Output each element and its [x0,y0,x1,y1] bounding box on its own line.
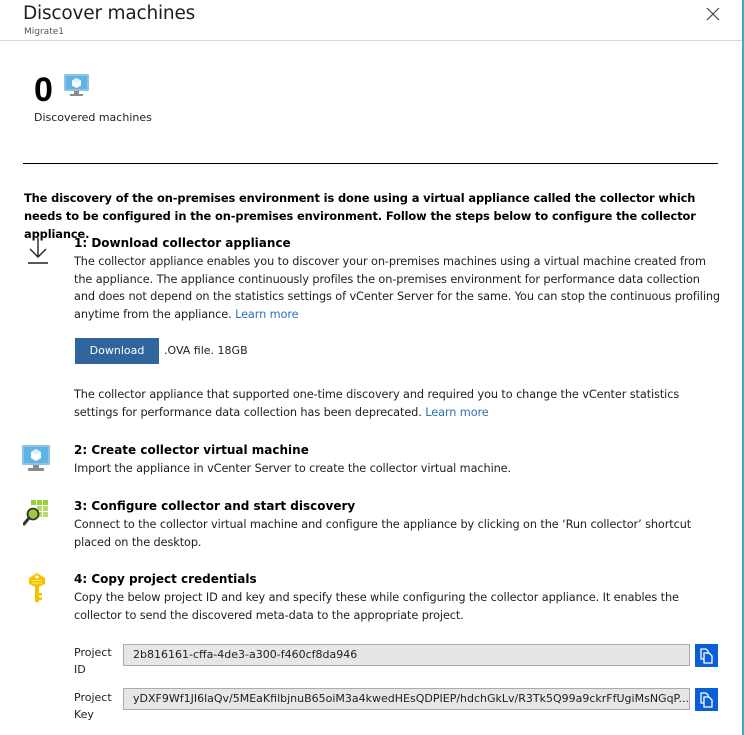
deprecated-learn-more-link[interactable]: Learn more [425,406,489,419]
project-id-field[interactable]: 2b816161-cffa-4de3-a300-f460cf8da946 [123,644,690,666]
download-icon [27,237,49,269]
intro-text: The discovery of the on-premises environ… [24,191,696,241]
download-button[interactable]: Download [75,338,159,364]
deprecated-notice: The collector appliance that supported o… [74,386,724,421]
copy-project-id-button[interactable] [695,644,718,667]
page-subtitle: Migrate1 [24,27,64,37]
deprecated-notice-text: The collector appliance that supported o… [74,388,680,419]
step-description: Connect to the collector virtual machine… [74,518,692,549]
step-title: 1: Download collector appliance [74,236,291,250]
step-title: 3: Configure collector and start discove… [74,499,356,513]
discovered-machines-label: Discovered machines [34,111,152,124]
step-description: Import the appliance in vCenter Server t… [74,462,512,475]
virtual-machine-icon [22,445,50,476]
step-title: 2: Create collector virtual machine [74,443,309,457]
section-divider [23,163,718,164]
step-description-text: The collector appliance enables you to d… [74,255,720,321]
download-file-info: .OVA file. 18GB [164,344,248,357]
blade-header: Discover machines Migrate1 [0,0,742,41]
download-row: Download .OVA file. 18GB [75,338,248,364]
copy-project-key-button[interactable] [695,688,718,711]
step-description: The collector appliance enables you to d… [74,253,724,323]
step-description: Copy the below project ID and key and sp… [74,591,679,622]
page-title: Discover machines [23,3,196,24]
copy-icon [700,647,713,664]
copy-icon [700,691,713,708]
virtual-machine-icon [64,73,90,101]
discovered-count: 0 [34,71,53,109]
discovery-search-icon [22,500,49,532]
key-icon [28,573,46,607]
learn-more-link[interactable]: Learn more [235,308,299,321]
discovered-count-block: 0 [34,71,90,109]
project-key-field[interactable]: yDXF9Wf1JI6laQv/5MEaKfilbjnuB65oiM3a4kwe… [123,688,690,710]
step-title: 4: Copy project credentials [74,572,257,586]
project-key-label: Project Key [74,691,112,721]
project-id-label: Project ID [74,646,112,676]
close-icon[interactable] [706,6,720,21]
